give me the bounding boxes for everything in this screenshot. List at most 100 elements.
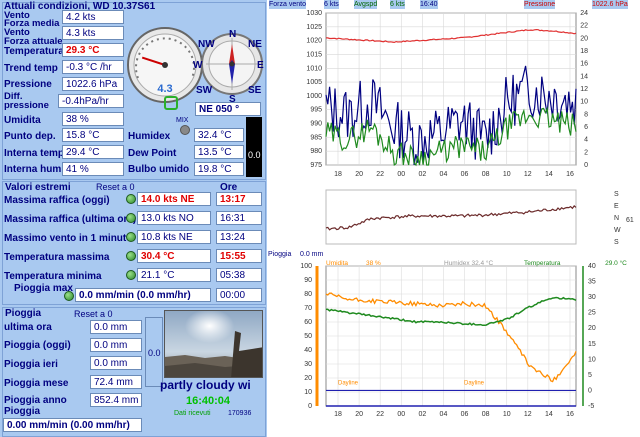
- label-max-wind-1min: Massimo vento in 1 minuto: [4, 233, 133, 244]
- value-punto-dep: 15.8 °C: [62, 128, 124, 142]
- top-x-tick-label: 08: [482, 171, 490, 178]
- compass-label-nw: NW: [198, 39, 215, 50]
- time-rain-max: 00:00: [216, 288, 262, 302]
- legend-forza-vento: Forza vento: [269, 0, 306, 9]
- label-max-gust-hour: Massima raffica (ultima ora): [4, 214, 137, 225]
- top-left-tick-label: 990: [310, 121, 322, 128]
- bottom-left-tick-label: 0: [308, 403, 312, 410]
- legend-pressione: Pressione: [524, 0, 556, 9]
- bottom-left-tick-label: 70: [304, 305, 312, 312]
- value-rain-year: 852.4 mm: [90, 393, 142, 407]
- temp-humidity-chart: 0 10 20 30 40 50 60 70 80 90 100 -5 0 5 10 15 20 25 30 35 40…: [268, 258, 640, 437]
- value-temp-min: 21.1 °C: [137, 268, 211, 282]
- compass-label-w: W: [193, 60, 203, 71]
- rain-reset[interactable]: Reset a 0: [74, 309, 113, 319]
- label-dew-point: Dew Point: [128, 148, 177, 159]
- label-forza-media: Forza media Vento: [4, 18, 60, 38]
- bottom-right-tick-label: -5: [588, 403, 594, 410]
- time-max-gust-today: 13:17: [216, 192, 262, 206]
- label-humidex: Humidex: [128, 131, 171, 142]
- top-left-tick-label: 1005: [306, 79, 322, 86]
- top-right-tick-label: 22: [580, 23, 588, 30]
- bottom-umidita-label: Umidita: [326, 260, 348, 267]
- compass-label-se: SE: [248, 85, 262, 96]
- label-trend-temp: Trend temp: [4, 63, 58, 74]
- wind-pressure-chart: 9759809859909951000100510101015102010251…: [268, 9, 640, 187]
- top-right-tick-label: 2: [584, 149, 588, 156]
- label-umidita: Umidita: [4, 115, 41, 126]
- value-rain-yesterday: 0.0 mm: [90, 356, 142, 370]
- rain-title: Pioggia: [5, 308, 42, 319]
- bottom-umidita-value: 38 %: [366, 260, 381, 267]
- value-dew-point: 13.5 °C: [194, 145, 244, 159]
- compass-label-n: N: [229, 29, 237, 40]
- speed-gauge-value: 4.3: [157, 83, 172, 95]
- bottom-right-tick-label: 0: [588, 387, 592, 394]
- compass-label-sw: SW: [196, 85, 213, 96]
- data-status: Dati ricevuti: [174, 410, 211, 417]
- top-right-tick-label: 8: [584, 111, 588, 118]
- label-rain-year: Pioggia anno: [4, 395, 67, 406]
- bottom-rain-label: Pioggia: [268, 251, 292, 258]
- webcam-image[interactable]: [164, 310, 263, 378]
- mid-direction-tick: S: [614, 191, 619, 198]
- bottom-right-tick-label: 25: [588, 310, 596, 317]
- value-rain-max: 0.0 mm/min (0.0 mm/hr): [75, 288, 211, 302]
- bottom-x-tick-label: 02: [418, 411, 426, 418]
- rain-side-value: 0.0: [148, 348, 161, 358]
- side-indicator-bar: [246, 117, 262, 177]
- label-rain-month: Pioggia mese: [4, 378, 69, 389]
- top-left-tick-label: 995: [310, 107, 322, 114]
- top-left-tick-label: 1000: [306, 93, 322, 100]
- bottom-left-tick-label: 10: [304, 389, 312, 396]
- top-right-tick-label: 24: [580, 10, 588, 17]
- mid-direction-tick: W: [614, 227, 621, 234]
- speed-marker-icon: [164, 96, 178, 110]
- top-right-tick-label: 0: [584, 162, 588, 169]
- bottom-left-tick-label: 100: [300, 263, 312, 270]
- bottom-rain-value: 0.0 mm: [300, 251, 324, 258]
- bottom-right-tick-label: 5: [588, 372, 592, 379]
- top-x-tick-label: 12: [524, 171, 532, 178]
- top-left-tick-label: 1030: [306, 10, 322, 17]
- label-diff-pressione: Diff. pressione: [4, 91, 49, 111]
- compass-label-e: E: [257, 60, 264, 71]
- top-right-tick-label: 16: [580, 61, 588, 68]
- wind-direction-chart: SENWS61: [325, 189, 634, 246]
- time-temp-max: 15:55: [216, 249, 262, 263]
- bottom-x-tick-label: 06: [461, 411, 469, 418]
- bottom-x-tick-label: 08: [482, 411, 490, 418]
- value-rain-month: 72.4 mm: [90, 375, 142, 389]
- top-right-tick-label: 14: [580, 73, 588, 80]
- top-left-tick-label: 980: [310, 148, 322, 155]
- bottom-left-tick-label: 30: [304, 361, 312, 368]
- value-umidita: 38 %: [62, 112, 124, 126]
- station-time: 16:40:04: [186, 395, 231, 407]
- bottom-x-tick-label: 16: [566, 411, 574, 418]
- label-rain-yesterday: Pioggia ieri: [4, 359, 58, 370]
- bottom-right-tick-label: 10: [588, 356, 596, 363]
- compass-label-ne: NE: [248, 39, 262, 50]
- top-right-tick-label: 20: [580, 35, 588, 42]
- top-x-tick-label: 10: [503, 171, 511, 178]
- bottom-x-tick-label: 04: [440, 411, 448, 418]
- label-temp-max: Temperatura massima: [4, 252, 110, 263]
- legend-avgspd-value: 6 kts: [390, 0, 405, 9]
- extremes-reset[interactable]: Reset a 0: [96, 182, 135, 192]
- mid-plot-area: [325, 189, 577, 245]
- top-x-tick-label: 04: [440, 171, 448, 178]
- label-bulbo-umido: Bulbo umido: [128, 164, 190, 175]
- value-forza-media: 4.3 kts: [62, 26, 124, 40]
- bottom-right-tick-label: 35: [588, 279, 596, 286]
- extremes-title: Valori estremi: [5, 182, 71, 193]
- top-x-tick-label: 22: [376, 171, 384, 178]
- bottom-right-tick-label: 15: [588, 341, 596, 348]
- time-max-gust-hour: 16:31: [216, 211, 262, 225]
- top-right-tick-label: 18: [580, 48, 588, 55]
- bottom-x-tick-label: 22: [376, 411, 384, 418]
- bottom-left-tick-label: 60: [304, 319, 312, 326]
- bottom-left-tick-label: 90: [304, 277, 312, 284]
- value-diff-pressione: -0.4hPa/hr: [58, 94, 124, 108]
- data-counter: 170936: [228, 410, 252, 417]
- top-x-tick-label: 20: [355, 171, 363, 178]
